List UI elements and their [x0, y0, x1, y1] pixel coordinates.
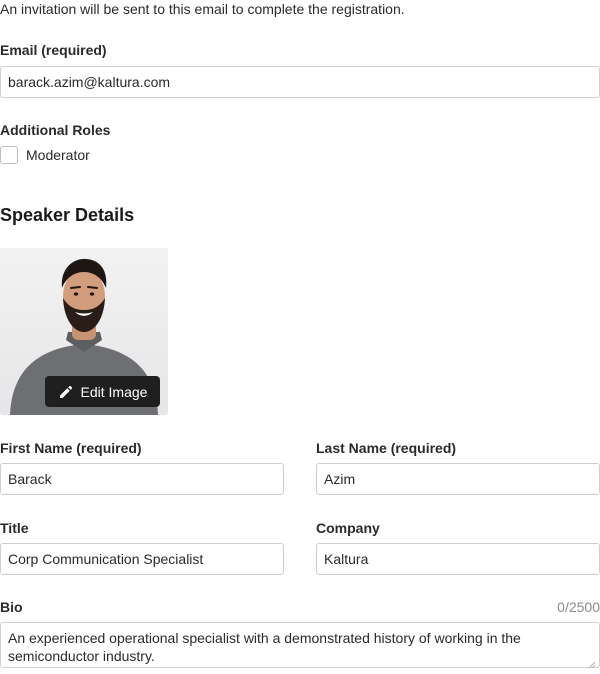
title-field[interactable]: [0, 543, 284, 575]
company-label: Company: [316, 520, 380, 536]
edit-image-label: Edit Image: [80, 383, 148, 400]
first-name-label: First Name (required): [0, 440, 142, 456]
first-name-field[interactable]: [0, 463, 284, 495]
pencil-icon: [58, 384, 74, 400]
edit-image-button[interactable]: Edit Image: [45, 376, 160, 407]
intro-text: An invitation will be sent to this email…: [0, 1, 405, 17]
email-label: Email (required): [0, 42, 107, 58]
moderator-checkbox-label[interactable]: Moderator: [26, 146, 90, 164]
last-name-label: Last Name (required): [316, 440, 457, 456]
email-field[interactable]: [0, 66, 600, 98]
bio-field[interactable]: An experienced operational specialist wi…: [0, 622, 600, 668]
bio-label: Bio: [0, 599, 23, 615]
speaker-details-heading: Speaker Details: [0, 205, 135, 225]
title-label: Title: [0, 520, 29, 536]
company-field[interactable]: [316, 543, 600, 575]
additional-roles-label: Additional Roles: [0, 122, 111, 138]
moderator-checkbox[interactable]: [0, 146, 18, 164]
bio-character-counter: 0/2500: [557, 599, 600, 615]
last-name-field[interactable]: [316, 463, 600, 495]
resize-handle-icon[interactable]: [587, 656, 596, 669]
